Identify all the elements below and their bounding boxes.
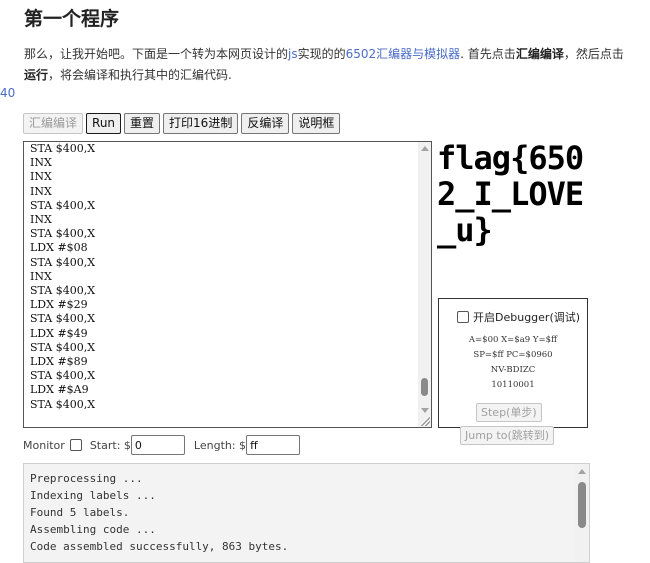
console-lines: Preprocessing ... Indexing labels ... Foun…: [30, 470, 288, 555]
intro-bold-run: 运行: [24, 68, 49, 82]
console-scroll-thumb[interactable]: [578, 482, 586, 528]
step-button[interactable]: Step(单步): [476, 403, 542, 422]
monitor-row: Monitor Start: $ Length: $: [23, 434, 301, 456]
code-line: STA $400,X: [30, 369, 96, 383]
code-line: STA $400,X: [30, 198, 96, 212]
intro-text-5: ，将会编译和执行其中的汇编代码.: [48, 68, 232, 82]
scroll-up-icon[interactable]: [421, 146, 429, 151]
run-button[interactable]: Run: [86, 113, 122, 134]
console-line: Assembling code ...: [30, 523, 156, 536]
register-line-4: 10110001: [491, 380, 535, 390]
length-label: Length: $: [193, 438, 247, 452]
notes-button[interactable]: 说明框: [292, 113, 341, 134]
code-line: LDX #$08: [30, 241, 88, 255]
code-line: INX: [30, 213, 52, 227]
code-line: INX: [30, 170, 52, 184]
assembler-link[interactable]: 6502汇编器与模拟器: [346, 47, 461, 61]
jump-button[interactable]: Jump to(跳转到): [460, 426, 555, 445]
console-scroll-up-icon[interactable]: [578, 469, 586, 474]
code-line: LDX #$49: [30, 326, 88, 340]
page-title: 第一个程序: [24, 8, 120, 30]
scroll-thumb[interactable]: [421, 378, 428, 396]
debugger-toggle-label: 开启Debugger(调试): [473, 311, 581, 324]
start-label: Start: $: [89, 438, 131, 452]
code-line: STA $400,X: [30, 340, 96, 354]
console-scrollbar[interactable]: [575, 464, 589, 562]
console-output: Preprocessing ... Indexing labels ... Foun…: [23, 463, 590, 563]
stray-text: 40: [0, 86, 16, 100]
toolbar: 汇编编译 Run 重置 打印16进制 反编译 说明框: [23, 113, 341, 134]
debugger-toggle[interactable]: 开启Debugger(调试): [457, 309, 580, 325]
intro-text-4: ，然后点击: [563, 47, 624, 61]
code-lines: STA $400,X INX INX INX STA $400,X INX STA $400…: [30, 142, 95, 412]
code-line: STA $400,X: [30, 397, 96, 411]
start-input[interactable]: [130, 435, 185, 455]
code-line: LDX #$29: [30, 298, 88, 312]
disassemble-button[interactable]: 反编译: [241, 113, 290, 134]
compile-button[interactable]: 汇编编译: [23, 113, 84, 134]
code-editor[interactable]: STA $400,X INX INX INX STA $400,X INX STA $400…: [23, 141, 432, 428]
code-scrollbar[interactable]: [418, 142, 431, 427]
js-link[interactable]: js: [288, 47, 298, 61]
monitor-label: Monitor: [23, 438, 65, 452]
scroll-down-icon[interactable]: [421, 408, 429, 413]
code-line: STA $400,X: [30, 255, 96, 269]
console-line: Code assembled successfully, 863 bytes.: [30, 540, 289, 553]
code-line: LDX #$A9: [30, 383, 89, 397]
code-line: STA $400,X: [30, 284, 96, 298]
intro-text-1: 那么，让我开始吧。下面是一个转为本网页设计的: [24, 47, 289, 61]
code-line: LDX #$89: [30, 355, 88, 369]
code-line: INX: [30, 269, 52, 283]
console-line: Preprocessing ...: [30, 472, 143, 485]
code-line: STA $400,X: [30, 312, 96, 326]
intro-bold-compile: 汇编编译: [515, 47, 564, 61]
monitor-checkbox[interactable]: [69, 439, 82, 451]
code-line: INX: [30, 184, 52, 198]
debugger-panel: 开启Debugger(调试) A=$00 X=$a9 Y=$ff SP=$ff …: [438, 298, 588, 428]
intro-text-3: . 首先点击: [460, 47, 516, 61]
intro-paragraph: 那么，让我开始吧。下面是一个转为本网页设计的js实现的的6502汇编器与模拟器.…: [24, 44, 624, 86]
console-line: Found 5 labels.: [30, 506, 130, 519]
code-line: STA $400,X: [30, 227, 96, 241]
code-line: STA $400,X: [30, 142, 96, 155]
length-input[interactable]: [246, 435, 301, 455]
register-line-3: NV-BDIZC: [490, 365, 536, 375]
screen-output: flag{6502_I_LOVE_u}: [437, 139, 584, 249]
intro-text-2: 实现的的: [297, 47, 346, 61]
hexdump-button[interactable]: 打印16进制: [163, 113, 239, 134]
resize-grip-icon[interactable]: [420, 416, 430, 426]
reset-button[interactable]: 重置: [124, 113, 161, 134]
console-line: Indexing labels ...: [30, 489, 156, 502]
debugger-checkbox[interactable]: [457, 311, 469, 323]
register-line-1: A=$00 X=$a9 Y=$ff: [468, 335, 558, 345]
register-line-2: SP=$ff PC=$0960: [473, 350, 553, 360]
code-line: INX: [30, 156, 52, 170]
